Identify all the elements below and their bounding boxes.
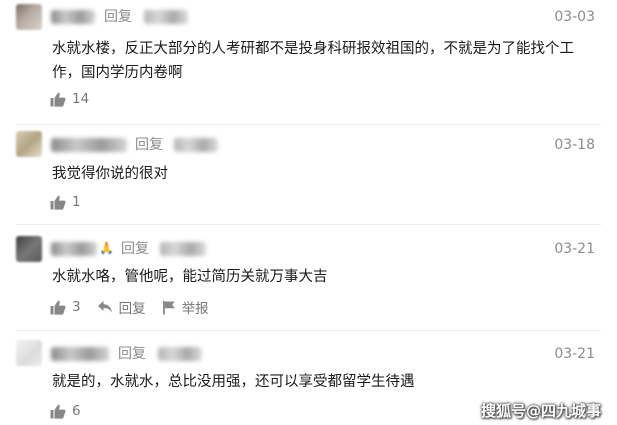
like-button[interactable]: 1 — [50, 194, 81, 210]
username-blurred[interactable] — [51, 10, 95, 24]
avatar[interactable] — [16, 131, 42, 157]
comment-text: 就是的，水就水，总比没用强，还可以享受都留学生待遇 — [52, 370, 592, 394]
reply-label: 回复 — [135, 137, 163, 153]
reply-label: 回复 — [118, 346, 146, 362]
thumbs-up-icon — [50, 404, 66, 419]
like-count: 14 — [72, 91, 90, 107]
like-button[interactable]: 6 — [50, 403, 81, 419]
comment-text: 水就水楼，反正大部分的人考研都不是投身科研报效祖国的，不就是为了能找个工 作，国… — [52, 37, 592, 85]
reply-label: 回复 — [104, 9, 132, 25]
reply-target-blurred[interactable] — [158, 347, 202, 361]
reply-arrow-icon — [97, 300, 113, 314]
thumbs-up-icon — [50, 300, 66, 315]
thumbs-up-icon — [50, 92, 66, 107]
username-blurred[interactable] — [51, 347, 109, 361]
like-count: 1 — [72, 194, 81, 210]
like-count: 3 — [72, 299, 81, 315]
reply-target-blurred[interactable] — [160, 242, 206, 256]
comment-date: 03-03 — [554, 9, 595, 25]
comment-text-line: 就是的，水就水，总比没用强，还可以享受都留学生待遇 — [52, 374, 415, 390]
avatar[interactable] — [16, 4, 42, 30]
comment-actions: 6 — [50, 402, 97, 420]
comment-text-line: 水就水咯，管他呢，能过简历关就万事大吉 — [52, 269, 328, 285]
like-count: 6 — [72, 403, 81, 419]
comment-date: 03-18 — [554, 137, 595, 153]
reply-action-label: 回复 — [118, 301, 146, 317]
reply-target-blurred[interactable] — [144, 10, 188, 24]
username-blurred[interactable] — [51, 242, 97, 256]
comment-date: 03-21 — [554, 241, 595, 257]
divider — [16, 330, 601, 331]
comment-text: 我觉得你说的很对 — [52, 162, 592, 186]
reply-target-blurred[interactable] — [174, 138, 218, 152]
reply-button[interactable]: 回复 — [97, 297, 146, 317]
thumbs-up-icon — [50, 195, 66, 210]
comment-text-line: 水就水楼，反正大部分的人考研都不是投身科研报效祖国的，不就是为了能找个工 — [52, 41, 574, 57]
avatar[interactable] — [16, 236, 42, 262]
hand-emoji-icon: 🙏 — [99, 241, 114, 255]
like-button[interactable]: 14 — [50, 91, 89, 107]
watermark: 搜狐号@四九城事 — [480, 402, 601, 420]
comment-actions: 14 — [50, 90, 105, 108]
username-blurred[interactable] — [51, 138, 127, 152]
comment-date: 03-21 — [554, 346, 595, 362]
comment-text-line: 我觉得你说的很对 — [52, 166, 168, 182]
report-action-label: 举报 — [181, 301, 209, 317]
report-flag-icon — [162, 300, 176, 315]
divider — [16, 224, 601, 225]
comment-text: 水就水咯，管他呢，能过简历关就万事大吉 — [52, 265, 592, 289]
divider — [16, 124, 601, 125]
avatar[interactable] — [16, 340, 42, 366]
report-button[interactable]: 举报 — [162, 297, 209, 317]
like-button[interactable]: 3 — [50, 299, 81, 315]
comment-actions: 3 回复 举报 — [50, 297, 225, 317]
reply-label: 回复 — [121, 241, 149, 257]
comment-text-line: 作，国内学历内卷啊 — [52, 65, 183, 81]
comment-actions: 1 — [50, 193, 97, 211]
